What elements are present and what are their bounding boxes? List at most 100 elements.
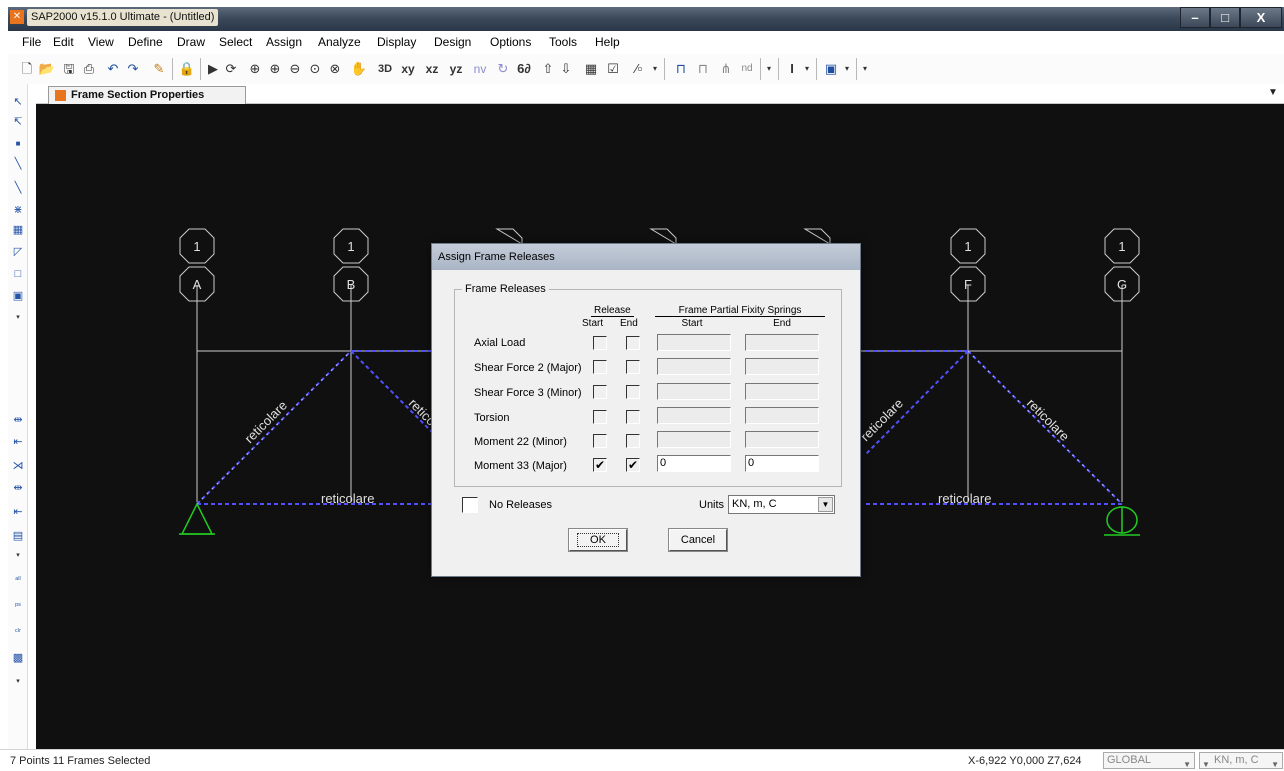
- zoom-out-icon[interactable]: ⊖: [286, 59, 304, 79]
- quick-draw-area-icon[interactable]: □: [10, 266, 26, 282]
- menu-file[interactable]: File: [22, 35, 41, 49]
- grid-icon[interactable]: ▦: [582, 59, 600, 79]
- chevron-down-icon[interactable]: ▼: [818, 497, 833, 512]
- menu-display[interactable]: Display: [377, 35, 416, 49]
- lock-icon[interactable]: 🔒: [178, 59, 196, 79]
- fraction-icon[interactable]: ⁄▫: [628, 59, 650, 79]
- new-icon[interactable]: 🗋: [18, 59, 36, 79]
- print-icon[interactable]: ⎙: [80, 59, 98, 79]
- select-previous-icon[interactable]: ᵖˢ: [10, 598, 26, 614]
- quick-draw-frame-icon[interactable]: ╲: [10, 180, 26, 196]
- axial-end-checkbox[interactable]: [626, 336, 640, 350]
- maximize-button[interactable]: □: [1210, 7, 1240, 28]
- menu-tools[interactable]: Tools: [549, 35, 577, 49]
- save-icon[interactable]: 🖫: [60, 59, 78, 79]
- menu-analyze[interactable]: Analyze: [318, 35, 361, 49]
- draw-brace-icon[interactable]: ⋇: [10, 202, 26, 218]
- draw-poly-area-icon[interactable]: ▦: [10, 222, 26, 238]
- units-select[interactable]: KN, m, C ▼: [728, 495, 835, 514]
- ok-button[interactable]: OK: [568, 528, 628, 552]
- assign-area-icon[interactable]: ▤: [10, 528, 26, 544]
- zoom-in-icon[interactable]: ⊕: [266, 59, 284, 79]
- clear-selection-icon[interactable]: ᶜˡʳ: [10, 624, 26, 640]
- select-all-icon[interactable]: ᵃˡˡ: [10, 572, 26, 588]
- shear3-end-checkbox[interactable]: [626, 385, 640, 399]
- view-xz-button[interactable]: xz: [422, 59, 442, 79]
- shear3-start-checkbox[interactable]: [593, 385, 607, 399]
- menu-select[interactable]: Select: [219, 35, 252, 49]
- redo-icon[interactable]: ↷: [124, 59, 142, 79]
- torsion-end-checkbox[interactable]: [626, 410, 640, 424]
- units-status-select[interactable]: ▼ KN, m, C ▼: [1199, 752, 1283, 769]
- assign-local-axes-icon[interactable]: ⇤: [10, 504, 26, 520]
- view-yz-button[interactable]: yz: [446, 59, 466, 79]
- menu-design[interactable]: Design: [434, 35, 471, 49]
- no-releases-checkbox[interactable]: [462, 497, 478, 513]
- minimize-button[interactable]: –: [1180, 7, 1210, 28]
- perspective-icon[interactable]: 6∂: [514, 59, 534, 79]
- undo-icon[interactable]: ↶: [104, 59, 122, 79]
- moment22-end-checkbox[interactable]: [626, 434, 640, 448]
- chevron-down-icon[interactable]: ▾: [10, 310, 26, 326]
- pan-icon[interactable]: ✋: [350, 59, 368, 79]
- check-icon[interactable]: ☑: [604, 59, 622, 79]
- moment22-start-checkbox[interactable]: [593, 434, 607, 448]
- assign-brace-icon[interactable]: ⋊: [10, 458, 26, 474]
- truss-icon[interactable]: ⋔: [716, 59, 736, 79]
- chevron-down-icon[interactable]: ▾: [650, 59, 660, 79]
- shear2-end-checkbox[interactable]: [626, 360, 640, 374]
- reshape-icon[interactable]: ↸: [10, 114, 26, 130]
- assign-link-icon[interactable]: ⇹: [10, 480, 26, 496]
- pin-support-icon[interactable]: [180, 502, 214, 535]
- chevron-down-icon[interactable]: ▼: [1183, 757, 1191, 771]
- close-button[interactable]: X: [1240, 7, 1282, 28]
- zoom-fit-icon[interactable]: ⊙: [306, 59, 324, 79]
- coordinate-system-select[interactable]: GLOBAL ▼: [1103, 752, 1195, 769]
- menu-edit[interactable]: Edit: [53, 35, 74, 49]
- menu-view[interactable]: View: [88, 35, 114, 49]
- i-beam-icon[interactable]: I: [784, 59, 800, 79]
- menu-help[interactable]: Help: [595, 35, 620, 49]
- run-icon[interactable]: ▶: [206, 59, 220, 79]
- zoom-prev-icon[interactable]: ⊗: [326, 59, 344, 79]
- chevron-down-icon[interactable]: ▾: [802, 59, 812, 79]
- view-nv-button[interactable]: nv: [470, 59, 490, 79]
- chevron-down-icon[interactable]: ▼: [1202, 757, 1210, 771]
- cancel-button[interactable]: Cancel: [668, 528, 728, 552]
- draw-rect-area-icon[interactable]: ◸: [10, 244, 26, 260]
- chevron-down-icon[interactable]: ▾: [842, 59, 852, 79]
- pointer-icon[interactable]: ↖: [10, 94, 26, 110]
- draw-solid-icon[interactable]: ▣: [10, 288, 26, 304]
- chevron-down-icon[interactable]: ▼: [1268, 87, 1278, 98]
- pencil-icon[interactable]: ✎: [150, 59, 168, 79]
- assign-joint-restraint-icon[interactable]: ⇹: [10, 412, 26, 428]
- selected-frame[interactable]: [967, 350, 1123, 505]
- chevron-down-icon[interactable]: ▼: [1271, 757, 1279, 771]
- selected-frame[interactable]: [865, 350, 969, 455]
- moment33-spring-end-field[interactable]: 0: [745, 455, 819, 472]
- rotate-icon[interactable]: ↻: [494, 59, 512, 79]
- frame-icon[interactable]: ⊓: [672, 59, 690, 79]
- display-icon[interactable]: ▣: [822, 59, 840, 79]
- intersecting-line-icon[interactable]: ▩: [10, 650, 26, 666]
- up-icon[interactable]: ⇧: [540, 59, 556, 79]
- down-icon[interactable]: ⇩: [558, 59, 574, 79]
- chevron-down-icon[interactable]: ▾: [10, 674, 26, 690]
- moment33-end-checkbox[interactable]: ✔: [626, 458, 640, 472]
- menu-draw[interactable]: Draw: [177, 35, 205, 49]
- assign-frame-release-icon[interactable]: ⇤: [10, 434, 26, 450]
- tab-frame-section-properties[interactable]: Frame Section Properties: [48, 86, 246, 104]
- menu-options[interactable]: Options: [490, 35, 531, 49]
- chevron-down-icon[interactable]: ▾: [764, 59, 774, 79]
- refresh-icon[interactable]: ⟳: [222, 59, 240, 79]
- selected-frame[interactable]: [196, 350, 352, 505]
- moment33-start-checkbox[interactable]: ✔: [593, 458, 607, 472]
- open-icon[interactable]: 📂: [38, 59, 56, 79]
- axial-start-checkbox[interactable]: [593, 336, 607, 350]
- zoom-window-icon[interactable]: ⊕: [246, 59, 264, 79]
- draw-point-icon[interactable]: ■: [10, 136, 26, 152]
- section-icon[interactable]: ⊓: [694, 59, 712, 79]
- 3d-view-icon[interactable]: 3D: [374, 59, 396, 79]
- moment33-spring-start-field[interactable]: 0: [657, 455, 731, 472]
- sap-logo-icon[interactable]: ✕: [10, 10, 24, 24]
